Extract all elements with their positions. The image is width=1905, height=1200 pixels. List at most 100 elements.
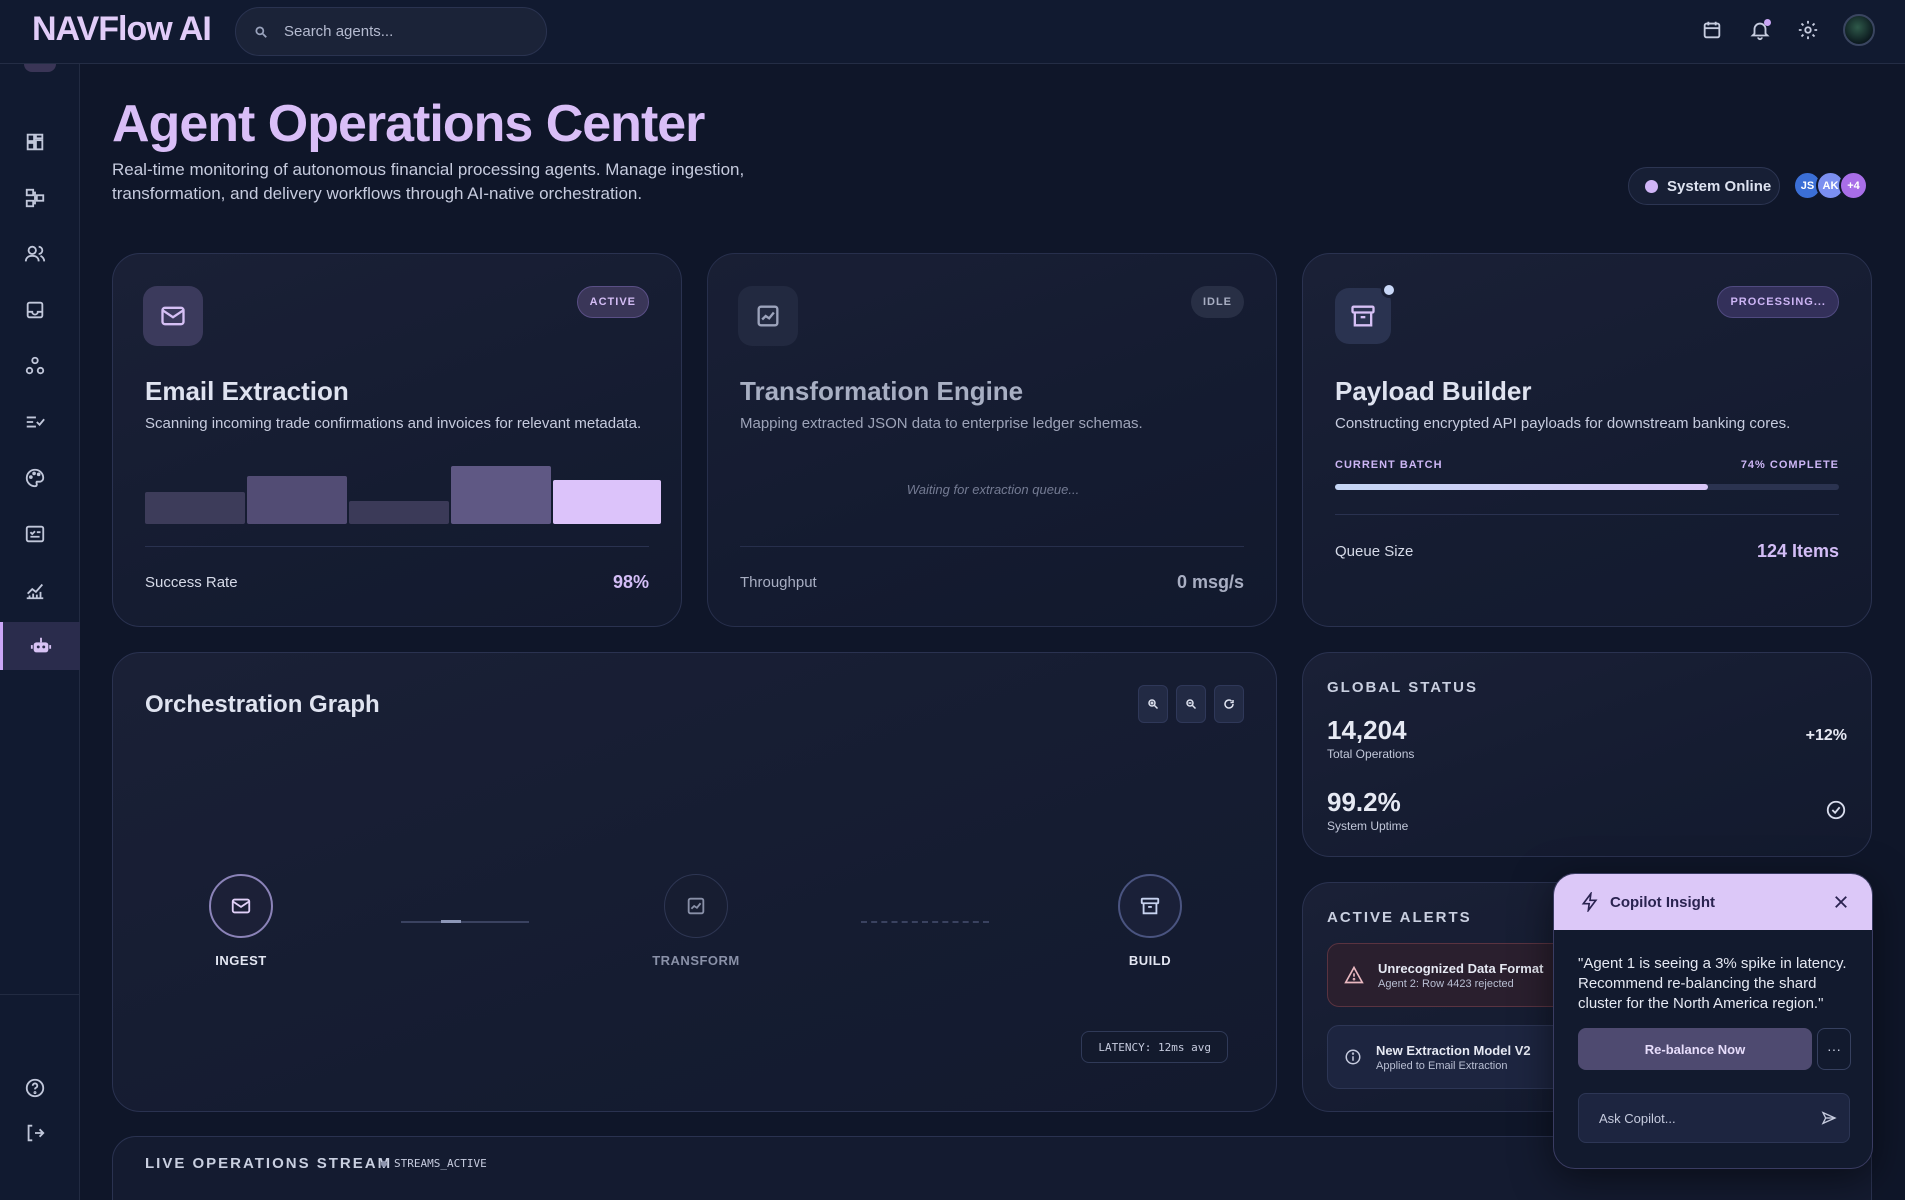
send-icon[interactable]: [1821, 1110, 1837, 1126]
graph-node-label: BUILD: [1128, 953, 1172, 968]
latency-readout: LATENCY: 12ms avg: [1081, 1031, 1228, 1063]
graph-node-label: INGEST: [215, 953, 267, 968]
alert-title: Unrecognized Data Format: [1378, 960, 1544, 976]
agent-icon-box: [143, 286, 203, 346]
graph-edge: [401, 920, 529, 923]
zoom-out-icon: [1186, 699, 1197, 710]
search-box[interactable]: [235, 7, 547, 56]
agent-card-payload-builder[interactable]: PROCESSING... Payload Builder Constructi…: [1302, 253, 1872, 627]
stream-tag: STREAMS_ACTIVE: [394, 1157, 487, 1170]
activity-bar: [145, 492, 245, 524]
check-circle-icon: [1826, 800, 1846, 820]
bell-icon[interactable]: [1747, 17, 1773, 43]
ask-copilot-box[interactable]: [1578, 1093, 1850, 1143]
stream-title: LIVE OPERATIONS STREAM: [145, 1155, 393, 1172]
sidebar-item-dashboard[interactable]: [0, 118, 80, 166]
batch-label: CURRENT BATCH: [1335, 459, 1443, 471]
activity-bar: [451, 466, 551, 524]
status-badge: IDLE: [1190, 286, 1244, 318]
status-badge: PROCESSING...: [1717, 286, 1839, 318]
avatar[interactable]: [1843, 14, 1875, 46]
sidebar-divider: [0, 994, 80, 995]
card-divider: [740, 546, 1244, 547]
page-title: Agent Operations Center: [112, 95, 705, 153]
sidebar-item-analytics[interactable]: [0, 566, 80, 614]
agent-card-email-extraction[interactable]: ACTIVE Email Extraction Scanning incomin…: [112, 253, 682, 627]
logout-icon: [27, 1124, 45, 1142]
alert-subtitle: Applied to Email Extraction: [1376, 1059, 1508, 1072]
inbox-icon: [26, 301, 44, 319]
ask-copilot-input[interactable]: [1599, 1110, 1821, 1126]
calendar-icon[interactable]: [1699, 17, 1725, 43]
uptime-value: 99.2%: [1327, 787, 1401, 817]
sidebar-logo-tab: [24, 64, 56, 72]
alert-subtitle: Agent 2: Row 4423 rejected: [1378, 977, 1514, 990]
sidebar-item-workflow[interactable]: [0, 174, 80, 222]
stat-value: 98%: [612, 572, 649, 592]
notification-dot: [1764, 19, 1771, 26]
archive-icon: [1351, 305, 1375, 327]
stream-dot: [381, 1161, 387, 1167]
chart-icon: [757, 305, 779, 327]
activity-bars: [145, 464, 661, 524]
sidebar-item-logout[interactable]: [0, 1109, 80, 1157]
tasks-icon: [26, 416, 45, 428]
activity-bar: [553, 480, 661, 524]
graph-node-label: TRANSFORM: [652, 953, 740, 968]
more-options-button[interactable]: ···: [1817, 1028, 1851, 1070]
gear-icon[interactable]: [1795, 17, 1821, 43]
chart-icon: [687, 897, 705, 915]
agent-description: Mapping extracted JSON data to enterpris…: [740, 415, 1143, 432]
batch-complete: 74% COMPLETE: [1740, 459, 1839, 471]
sidebar-item-users[interactable]: [0, 230, 80, 278]
orchestration-graph-card: Orchestration Graph INGEST TRANSFORM BUI…: [112, 652, 1277, 1112]
sidebar-item-tasks[interactable]: [0, 398, 80, 446]
sidebar-item-robot[interactable]: [0, 622, 80, 670]
agent-title: Payload Builder: [1335, 376, 1532, 406]
graph-node-ingest[interactable]: [209, 874, 273, 938]
sidebar-item-nodes[interactable]: [0, 342, 80, 390]
agent-icon-box: [738, 286, 798, 346]
stat-label: Throughput: [740, 574, 817, 591]
avatar-group[interactable]: JS AK +4: [1793, 171, 1868, 200]
copilot-title: Copilot Insight: [1610, 893, 1715, 911]
info-icon: [1345, 1049, 1361, 1065]
rebalance-button[interactable]: Re-balance Now: [1578, 1028, 1812, 1070]
batch-progress-track: [1335, 484, 1839, 490]
search-icon: [255, 25, 267, 38]
activity-bar: [247, 476, 347, 524]
sidebar-item-checklist[interactable]: [0, 510, 80, 558]
palette-icon: [25, 468, 45, 488]
pulse-dot: [1381, 282, 1397, 298]
system-status-pill[interactable]: System Online: [1628, 167, 1780, 205]
zoom-out-button[interactable]: [1176, 685, 1206, 723]
total-operations-value: 14,204: [1327, 715, 1407, 745]
waiting-message: Waiting for extraction queue...: [906, 482, 1080, 497]
mail-icon: [231, 898, 251, 914]
agent-card-transformation-engine[interactable]: IDLE Transformation Engine Mapping extra…: [707, 253, 1277, 627]
edge-packet: [441, 920, 461, 923]
dashboard-icon: [26, 133, 44, 151]
close-icon[interactable]: [1832, 893, 1850, 911]
copilot-message: "Agent 1 is seeing a 3% spike in latency…: [1578, 955, 1847, 1012]
reset-view-button[interactable]: [1214, 685, 1244, 723]
avatar-overflow[interactable]: +4: [1839, 171, 1868, 200]
card-divider: [1335, 514, 1839, 515]
sidebar-item-palette[interactable]: [0, 454, 80, 502]
alert-item[interactable]: Unrecognized Data Format Agent 2: Row 44…: [1327, 943, 1587, 1007]
alert-item[interactable]: New Extraction Model V2 Applied to Email…: [1327, 1025, 1587, 1089]
card-divider: [145, 546, 649, 547]
top-bar: NAVFlow AI: [0, 0, 1905, 64]
zoom-in-icon: [1148, 699, 1159, 710]
agent-description: Scanning incoming trade confirmations an…: [145, 415, 642, 432]
graph-title: Orchestration Graph: [145, 691, 380, 718]
zoom-in-button[interactable]: [1138, 685, 1168, 723]
sidebar-item-inbox[interactable]: [0, 286, 80, 334]
sidebar-item-help[interactable]: [0, 1064, 80, 1112]
refresh-icon: [1224, 699, 1234, 709]
graph-node-build[interactable]: [1118, 874, 1182, 938]
graph-node-transform[interactable]: [664, 874, 728, 938]
brand-logo[interactable]: NAVFlow AI: [32, 10, 212, 49]
activity-bar: [349, 501, 449, 524]
search-input[interactable]: [284, 23, 514, 40]
